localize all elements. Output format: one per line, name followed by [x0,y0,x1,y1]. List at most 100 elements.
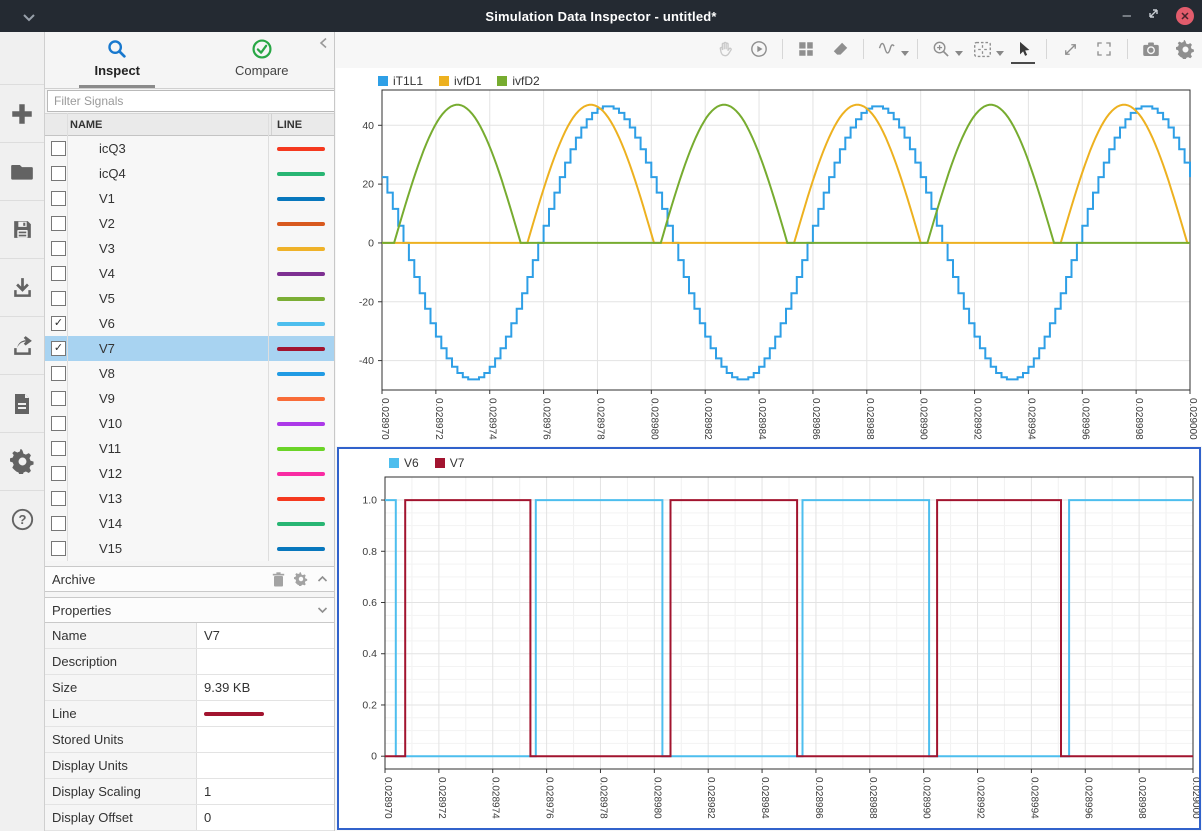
fit-to-view-icon[interactable] [1058,36,1082,62]
chevron-up-icon[interactable] [317,575,328,583]
subplot-grid-icon[interactable] [794,36,818,62]
signal-row[interactable]: icQ4 [45,161,334,186]
legend-item[interactable]: V7 [435,456,465,470]
import-button[interactable] [0,258,44,316]
signal-row[interactable]: icQ3 [45,136,334,161]
bottom-subplot-selected[interactable]: 0.0289700.0289720.0289740.0289760.028978… [337,447,1201,830]
property-value[interactable]: V7 [197,623,334,648]
signal-checkbox[interactable]: ✓ [51,341,66,356]
help-button[interactable]: ? [0,490,44,548]
zoom-region-icon[interactable] [970,36,994,62]
signal-checkbox[interactable] [51,141,66,156]
signal-checkbox[interactable] [51,541,66,556]
signal-checkbox[interactable] [51,466,66,481]
export-button[interactable] [0,316,44,374]
legend-label: V6 [404,456,419,470]
top-subplot[interactable]: 0.0289700.0289720.0289740.0289760.028978… [336,68,1202,446]
maximize-button[interactable] [1147,7,1160,25]
pointer-cursor-icon[interactable] [1011,36,1035,62]
signal-row[interactable]: V12 [45,461,334,486]
minimize-button[interactable]: – [1123,11,1131,21]
property-value[interactable] [197,753,334,778]
create-report-button[interactable] [0,374,44,432]
eraser-icon[interactable] [828,36,852,62]
property-value[interactable] [197,649,334,674]
trash-icon[interactable] [272,572,285,587]
zoom-in-icon[interactable] [929,36,953,62]
signal-row[interactable]: ✓V6 [45,311,334,336]
legend-item[interactable]: ivfD1 [439,74,481,88]
signal-checkbox[interactable] [51,166,66,181]
signal-row[interactable]: V5 [45,286,334,311]
top-chart-plot-area[interactable]: 0.0289700.0289720.0289740.0289760.028978… [336,68,1202,446]
property-value[interactable]: 1 [197,779,334,804]
signal-row[interactable]: V3 [45,236,334,261]
signal-checkbox[interactable] [51,366,66,381]
check-circle-icon [251,38,273,60]
signal-row[interactable]: V11 [45,436,334,461]
property-label: Name [45,623,197,648]
property-value[interactable] [197,701,334,726]
signal-row[interactable]: ✓V7 [45,336,334,361]
signal-row[interactable]: V1 [45,186,334,211]
preferences-gear-button[interactable] [0,432,44,490]
legend-item[interactable]: ivfD2 [497,74,539,88]
signal-wave-icon[interactable] [875,36,899,62]
fullscreen-icon[interactable] [1092,36,1116,62]
property-row: Display Units [45,753,334,779]
collapse-panel-chevron-icon[interactable] [319,36,328,54]
legend-color-swatch [378,76,388,86]
signal-name: V13 [66,491,267,506]
signal-row[interactable]: V9 [45,386,334,411]
property-value[interactable]: 0 [197,805,334,830]
svg-text:0.028990: 0.028990 [921,777,932,819]
tab-inspect[interactable]: Inspect [45,32,190,88]
signal-row[interactable]: V4 [45,261,334,286]
filter-signals-input[interactable] [47,90,335,112]
property-value[interactable]: 9.39 KB [197,675,334,700]
app-toolstrip: ? [0,32,45,831]
open-folder-button[interactable] [0,142,44,200]
legend-item[interactable]: V6 [389,456,419,470]
settings-gear-icon[interactable] [1173,36,1197,62]
properties-bar[interactable]: Properties [45,597,334,623]
signal-checkbox[interactable] [51,416,66,431]
signal-checkbox[interactable] [51,516,66,531]
signal-checkbox[interactable] [51,216,66,231]
signal-checkbox[interactable] [51,291,66,306]
signal-line-swatch [277,147,325,151]
signal-checkbox[interactable] [51,491,66,506]
archive-bar[interactable]: Archive [45,566,334,592]
signal-row[interactable]: V14 [45,511,334,536]
zoom-region-dropdown-caret[interactable] [996,43,1004,61]
svg-text:0.028982: 0.028982 [702,398,713,440]
signal-checkbox[interactable] [51,391,66,406]
zoom-dropdown-caret[interactable] [955,43,963,61]
signal-checkbox[interactable] [51,266,66,281]
property-value[interactable] [197,727,334,752]
signal-wave-dropdown-caret[interactable] [901,43,909,61]
save-button[interactable] [0,200,44,258]
bottom-chart-plot-area[interactable]: 0.0289700.0289720.0289740.0289760.028978… [339,449,1199,828]
gear-icon[interactable] [294,572,308,586]
signal-checkbox[interactable] [51,441,66,456]
signal-checkbox[interactable] [51,241,66,256]
signal-row[interactable]: V15 [45,536,334,561]
signal-checkbox[interactable] [51,191,66,206]
line-color-swatch [204,712,264,716]
close-button[interactable]: ✕ [1176,7,1194,25]
replay-icon[interactable] [747,36,771,62]
svg-text:0.028976: 0.028976 [541,398,552,440]
signal-row[interactable]: V8 [45,361,334,386]
signal-checkbox[interactable]: ✓ [51,316,66,331]
legend-item[interactable]: iT1L1 [378,74,423,88]
signal-row[interactable]: V10 [45,411,334,436]
add-button[interactable] [0,84,44,142]
window-title: Simulation Data Inspector - untitled* [485,9,716,24]
signal-row[interactable]: V13 [45,486,334,511]
chevron-down-icon[interactable] [317,606,328,614]
signal-row[interactable]: V2 [45,211,334,236]
tab-compare[interactable]: Compare [190,32,335,88]
window-menu-chevron-icon[interactable] [22,9,36,27]
snapshot-camera-icon[interactable] [1139,36,1163,62]
